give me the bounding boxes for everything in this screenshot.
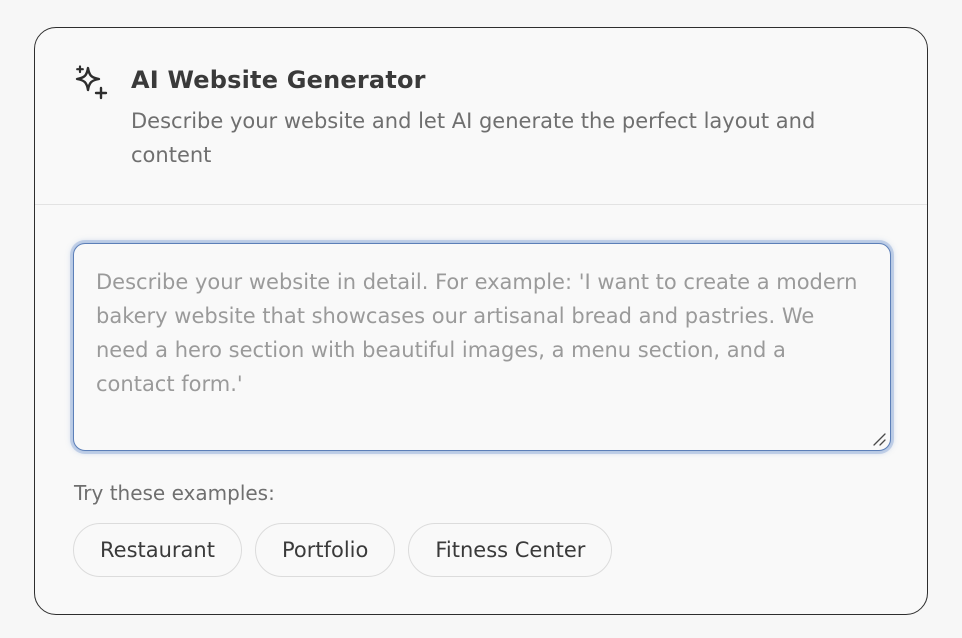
sparkles-icon xyxy=(75,65,108,100)
examples-label: Try these examples: xyxy=(74,481,275,505)
page-subtitle: Describe your website and let AI generat… xyxy=(131,109,816,167)
resize-handle-icon[interactable] xyxy=(872,432,886,446)
example-chip-fitness-center[interactable]: Fitness Center xyxy=(408,523,613,577)
page-title: AI Website Generator xyxy=(131,66,426,94)
card-header: AI Website Generator Describe your websi… xyxy=(35,28,927,205)
example-chip-portfolio[interactable]: Portfolio xyxy=(254,523,396,577)
example-chip-restaurant[interactable]: Restaurant xyxy=(73,523,242,577)
prompt-textarea-container xyxy=(73,243,891,451)
website-description-textarea[interactable] xyxy=(74,244,890,450)
generator-card: AI Website Generator Describe your websi… xyxy=(34,27,928,615)
example-chips: Restaurant Portfolio Fitness Center xyxy=(73,523,613,577)
